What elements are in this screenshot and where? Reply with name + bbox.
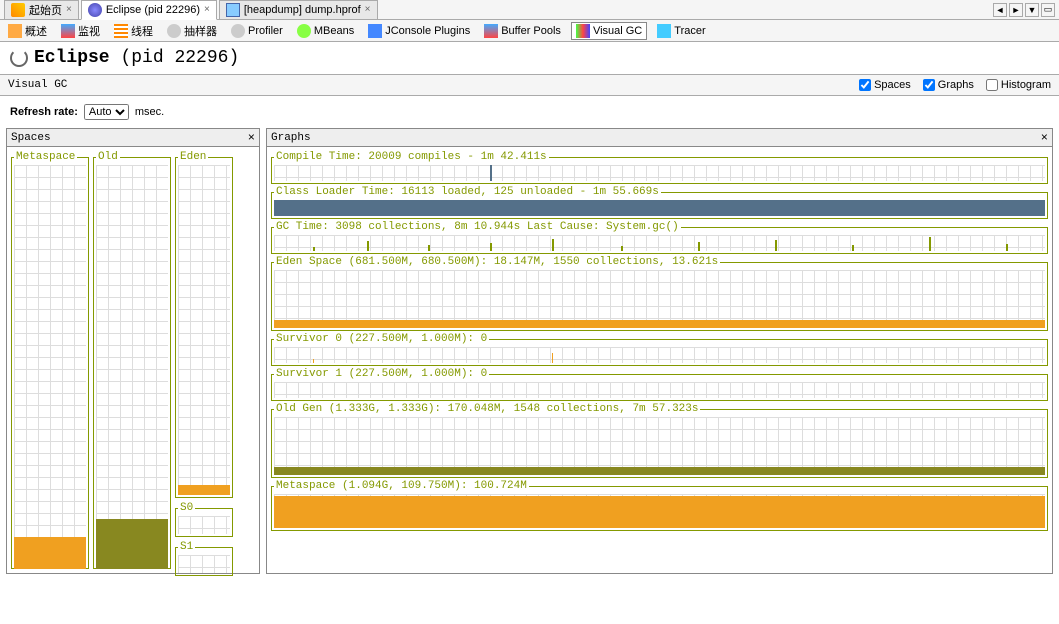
- refresh-bar: Refresh rate: Auto msec.: [0, 96, 1059, 128]
- spaces-header: Spaces ×: [7, 129, 259, 147]
- space-s0: S0: [175, 502, 233, 537]
- eclipse-icon: [88, 3, 102, 17]
- toolbar-buffer-pools[interactable]: Buffer Pools: [480, 23, 565, 39]
- profiler-icon: [231, 24, 245, 38]
- jconsole-icon: [368, 24, 382, 38]
- heapdump-icon: [226, 3, 240, 17]
- close-icon[interactable]: ×: [66, 4, 72, 15]
- subheader: Visual GC Spaces Graphs Histogram: [0, 74, 1059, 96]
- graph-survivor-1: Survivor 1 (227.500M, 1.000M): 0: [271, 368, 1048, 401]
- loading-icon: [10, 49, 28, 67]
- monitor-icon: [61, 24, 75, 38]
- toolbar-monitor[interactable]: 监视: [57, 22, 104, 40]
- nav-max-icon[interactable]: ▭: [1041, 3, 1055, 17]
- space-s1: S1: [175, 541, 233, 576]
- tab-label: Eclipse (pid 22296): [106, 4, 200, 16]
- mbeans-icon: [297, 24, 311, 38]
- toolbar-mbeans[interactable]: MBeans: [293, 23, 358, 39]
- eden-fill: [178, 485, 230, 495]
- refresh-label: Refresh rate:: [10, 106, 78, 118]
- eden-wave: [274, 320, 1045, 328]
- checkbox-graphs[interactable]: Graphs: [923, 79, 974, 91]
- close-icon[interactable]: ×: [248, 131, 255, 145]
- graphs-panel: Graphs × Compile Time: 20009 compiles - …: [266, 128, 1053, 574]
- space-old: Old: [93, 151, 171, 569]
- close-icon[interactable]: ×: [204, 4, 210, 15]
- visualgc-icon: [576, 24, 590, 38]
- toolbar-overview[interactable]: 概述: [4, 22, 51, 40]
- graph-old-gen: Old Gen (1.333G, 1.333G): 170.048M, 1548…: [271, 403, 1048, 478]
- file-tabs: 起始页 × Eclipse (pid 22296) × [heapdump] d…: [0, 0, 1059, 20]
- toolbar-tracer[interactable]: Tracer: [653, 23, 709, 39]
- tab-nav-arrows: ◄ ► ▼ ▭: [993, 3, 1055, 17]
- classloader-fill: [274, 200, 1045, 216]
- graph-class-loader: Class Loader Time: 16113 loaded, 125 unl…: [271, 186, 1048, 219]
- graph-survivor-0: Survivor 0 (227.500M, 1.000M): 0: [271, 333, 1048, 366]
- graph-metaspace: Metaspace (1.094G, 109.750M): 100.724M: [271, 480, 1048, 531]
- sampler-icon: [167, 24, 181, 38]
- tracer-icon: [657, 24, 671, 38]
- close-icon[interactable]: ×: [365, 4, 371, 15]
- oldgen-fill: [274, 467, 1045, 475]
- space-metaspace: Metaspace: [11, 151, 89, 569]
- checkbox-histogram[interactable]: Histogram: [986, 79, 1051, 91]
- metaspace-fill: [14, 537, 86, 569]
- checkbox-spaces[interactable]: Spaces: [859, 79, 911, 91]
- refresh-select[interactable]: Auto: [84, 104, 129, 120]
- tab-label: [heapdump] dump.hprof: [244, 4, 361, 16]
- overview-icon: [8, 24, 22, 38]
- toolbar-threads[interactable]: 线程: [110, 22, 157, 40]
- spaces-panel: Spaces × Metaspace Old Eden: [6, 128, 260, 574]
- nav-dropdown-icon[interactable]: ▼: [1025, 3, 1039, 17]
- graph-compile-time: Compile Time: 20009 compiles - 1m 42.411…: [271, 151, 1048, 184]
- old-fill: [96, 519, 168, 569]
- graph-eden-space: Eden Space (681.500M, 680.500M): 18.147M…: [271, 256, 1048, 331]
- toolbar-jconsole[interactable]: JConsole Plugins: [364, 23, 474, 39]
- nav-prev-icon[interactable]: ◄: [993, 3, 1007, 17]
- toolbar: 概述 监视 线程 抽样器 Profiler MBeans JConsole Pl…: [0, 20, 1059, 42]
- tab-heapdump[interactable]: [heapdump] dump.hprof ×: [219, 0, 378, 20]
- home-icon: [11, 3, 25, 17]
- close-icon[interactable]: ×: [1041, 131, 1048, 145]
- refresh-unit: msec.: [135, 106, 164, 118]
- graph-gc-time: GC Time: 3098 collections, 8m 10.944s La…: [271, 221, 1048, 254]
- threads-icon: [114, 24, 128, 38]
- buffer-icon: [484, 24, 498, 38]
- tab-start-page[interactable]: 起始页 ×: [4, 0, 79, 20]
- toolbar-sampler[interactable]: 抽样器: [163, 22, 221, 40]
- tab-eclipse[interactable]: Eclipse (pid 22296) ×: [81, 0, 217, 20]
- compile-spike: [490, 165, 492, 181]
- graphs-header: Graphs ×: [267, 129, 1052, 147]
- space-eden: Eden: [175, 151, 233, 498]
- toolbar-visual-gc[interactable]: Visual GC: [571, 22, 647, 40]
- app-header: Eclipse (pid 22296): [0, 42, 1059, 74]
- panels-container: Spaces × Metaspace Old Eden: [0, 128, 1059, 580]
- metaspace-fill: [274, 496, 1045, 528]
- subtab-label: Visual GC: [8, 79, 67, 91]
- nav-next-icon[interactable]: ►: [1009, 3, 1023, 17]
- tab-label: 起始页: [29, 2, 62, 18]
- page-title: Eclipse (pid 22296): [34, 48, 239, 68]
- toolbar-profiler[interactable]: Profiler: [227, 23, 287, 39]
